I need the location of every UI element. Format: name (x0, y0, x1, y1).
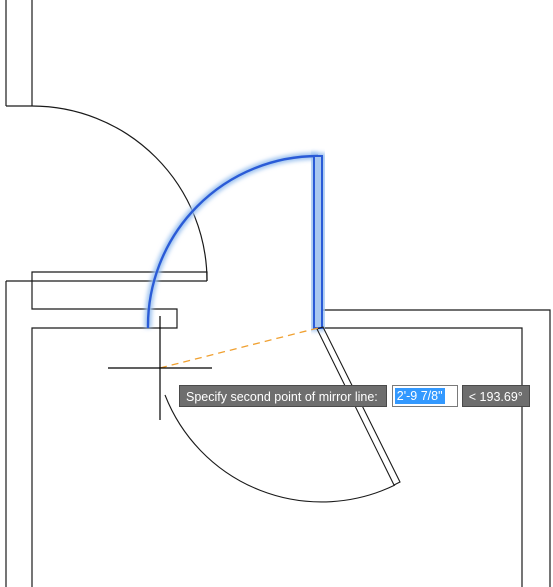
left-wall (5, 271, 208, 587)
upper-left-wall (5, 0, 33, 107)
drawing-canvas[interactable]: Specify second point of mirror line: 2'-… (0, 0, 553, 587)
angle-readout[interactable]: < 193.69° (461, 385, 530, 407)
right-wall (319, 309, 551, 587)
length-input-value[interactable]: 2'-9 7/8" (394, 388, 445, 404)
dynamic-input-tooltip: Specify second point of mirror line: 2'-… (179, 385, 530, 407)
length-input-field[interactable]: 2'-9 7/8" (391, 385, 458, 407)
selected-door[interactable] (144, 152, 326, 331)
existing-door-swing-arc (31, 105, 208, 282)
mirror-line (159, 327, 319, 369)
command-prompt-label: Specify second point of mirror line: (179, 385, 387, 407)
mirrored-door-preview (164, 326, 401, 503)
floor-plan-drawing[interactable] (0, 0, 553, 587)
